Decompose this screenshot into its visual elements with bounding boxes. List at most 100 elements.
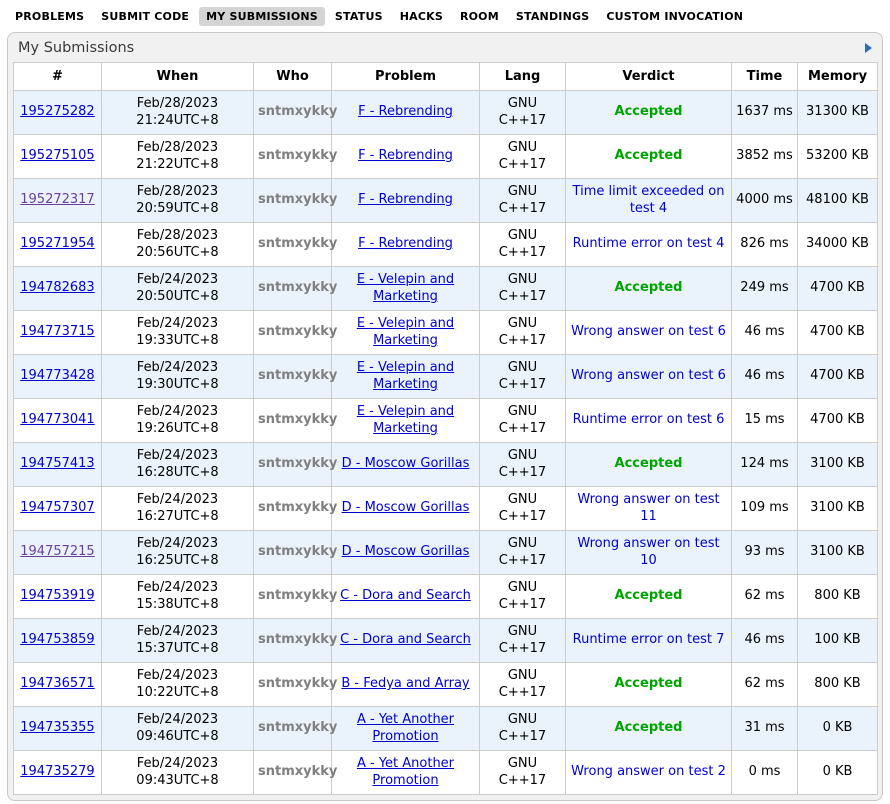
- submission-author-link[interactable]: sntmxykky: [258, 280, 337, 295]
- problem-link[interactable]: D - Moscow Gorillas: [342, 544, 470, 559]
- time-cell: 124 ms: [732, 443, 798, 487]
- verdict-text: Time limit exceeded on test 4: [573, 184, 725, 216]
- nav-item-room[interactable]: ROOM: [453, 7, 506, 26]
- when-cell: Feb/24/2023 16:27UTC+8: [102, 487, 254, 531]
- submission-time: 19:33UTC+8: [106, 333, 249, 350]
- submission-author-link[interactable]: sntmxykky: [258, 632, 337, 647]
- nav-item-status[interactable]: STATUS: [328, 7, 390, 26]
- memory-cell: 53200 KB: [798, 135, 878, 179]
- submission-time: 16:25UTC+8: [106, 553, 249, 570]
- who-cell: sntmxykky: [254, 663, 332, 707]
- memory-cell: 0 KB: [798, 707, 878, 751]
- submission-id-link[interactable]: 195271954: [20, 236, 94, 251]
- nav-item-standings[interactable]: STANDINGS: [509, 7, 596, 26]
- panel-title: My Submissions: [18, 40, 134, 56]
- lang-text: GNU C++17: [497, 492, 549, 526]
- submission-author-link[interactable]: sntmxykky: [258, 368, 337, 383]
- who-cell: sntmxykky: [254, 179, 332, 223]
- submission-author-link[interactable]: sntmxykky: [258, 412, 337, 427]
- problem-link[interactable]: B - Fedya and Array: [341, 676, 469, 691]
- memory-cell: 34000 KB: [798, 223, 878, 267]
- problem-link[interactable]: F - Rebrending: [358, 192, 453, 207]
- submission-id-link[interactable]: 194757307: [20, 500, 94, 515]
- problem-link[interactable]: E - Velepin and Marketing: [357, 404, 454, 436]
- nav-item-custom-invocation[interactable]: CUSTOM INVOCATION: [599, 7, 750, 26]
- memory-cell: 800 KB: [798, 575, 878, 619]
- submission-id-link[interactable]: 194736571: [20, 676, 94, 691]
- memory-cell: 4700 KB: [798, 311, 878, 355]
- problem-cell: D - Moscow Gorillas: [332, 531, 480, 575]
- problem-link[interactable]: D - Moscow Gorillas: [342, 456, 470, 471]
- problem-link[interactable]: E - Velepin and Marketing: [357, 316, 454, 348]
- lang-cell: GNU C++17: [480, 707, 566, 751]
- lang-cell: GNU C++17: [480, 267, 566, 311]
- submission-date: Feb/24/2023: [106, 448, 249, 465]
- submission-author-link[interactable]: sntmxykky: [258, 764, 337, 779]
- problem-cell: E - Velepin and Marketing: [332, 267, 480, 311]
- submission-date: Feb/24/2023: [106, 756, 249, 773]
- submission-id-link[interactable]: 194753919: [20, 588, 94, 603]
- when-cell: Feb/28/2023 20:59UTC+8: [102, 179, 254, 223]
- submission-author-link[interactable]: sntmxykky: [258, 192, 337, 207]
- submission-id-link[interactable]: 194753859: [20, 632, 94, 647]
- problem-link[interactable]: C - Dora and Search: [340, 632, 471, 647]
- problem-link[interactable]: F - Rebrending: [358, 236, 453, 251]
- submission-time: 21:24UTC+8: [106, 113, 249, 130]
- submission-author-link[interactable]: sntmxykky: [258, 236, 337, 251]
- submission-author-link[interactable]: sntmxykky: [258, 720, 337, 735]
- who-cell: sntmxykky: [254, 751, 332, 795]
- submission-id-link[interactable]: 194757413: [20, 456, 94, 471]
- submission-id-link[interactable]: 195275105: [20, 148, 94, 163]
- submission-id-link[interactable]: 194735355: [20, 720, 94, 735]
- problem-link[interactable]: D - Moscow Gorillas: [342, 500, 470, 515]
- submission-date: Feb/24/2023: [106, 404, 249, 421]
- problem-link[interactable]: C - Dora and Search: [340, 588, 471, 603]
- problem-link[interactable]: F - Rebrending: [358, 148, 453, 163]
- problem-link[interactable]: E - Velepin and Marketing: [357, 272, 454, 304]
- lang-text: GNU C++17: [497, 404, 549, 438]
- memory-cell: 31300 KB: [798, 91, 878, 135]
- submission-author-link[interactable]: sntmxykky: [258, 500, 337, 515]
- submission-author-link[interactable]: sntmxykky: [258, 324, 337, 339]
- nav-item-my-submissions[interactable]: MY SUBMISSIONS: [199, 7, 325, 26]
- lang-text: GNU C++17: [497, 668, 549, 702]
- triangle-right-icon[interactable]: [865, 43, 872, 53]
- lang-text: GNU C++17: [497, 272, 549, 306]
- problem-cell: F - Rebrending: [332, 135, 480, 179]
- submission-author-link[interactable]: sntmxykky: [258, 456, 337, 471]
- problem-link[interactable]: E - Velepin and Marketing: [357, 360, 454, 392]
- nav-item-submit-code[interactable]: SUBMIT CODE: [94, 7, 196, 26]
- who-cell: sntmxykky: [254, 135, 332, 179]
- id-cell: 195271954: [14, 223, 102, 267]
- lang-cell: GNU C++17: [480, 91, 566, 135]
- submission-author-link[interactable]: sntmxykky: [258, 544, 337, 559]
- nav-item-hacks[interactable]: HACKS: [393, 7, 450, 26]
- submission-author-link[interactable]: sntmxykky: [258, 588, 337, 603]
- submission-id-link[interactable]: 195275282: [20, 104, 94, 119]
- submission-time: 09:46UTC+8: [106, 729, 249, 746]
- submission-date: Feb/24/2023: [106, 272, 249, 289]
- submission-date: Feb/28/2023: [106, 228, 249, 245]
- submission-time: 21:22UTC+8: [106, 157, 249, 174]
- submission-id-link[interactable]: 194757215: [20, 544, 94, 559]
- submission-id-link[interactable]: 194782683: [20, 280, 94, 295]
- who-cell: sntmxykky: [254, 707, 332, 751]
- submission-author-link[interactable]: sntmxykky: [258, 148, 337, 163]
- submission-id-link[interactable]: 194735279: [20, 764, 94, 779]
- id-cell: 194757413: [14, 443, 102, 487]
- problem-link[interactable]: F - Rebrending: [358, 104, 453, 119]
- submission-id-link[interactable]: 194773041: [20, 412, 94, 427]
- problem-cell: A - Yet Another Promotion: [332, 707, 480, 751]
- nav-item-problems[interactable]: PROBLEMS: [8, 7, 91, 26]
- submission-time: 19:26UTC+8: [106, 421, 249, 438]
- lang-text: GNU C++17: [497, 228, 549, 262]
- submission-author-link[interactable]: sntmxykky: [258, 104, 337, 119]
- problem-link[interactable]: A - Yet Another Promotion: [357, 756, 454, 788]
- problem-link[interactable]: A - Yet Another Promotion: [357, 712, 454, 744]
- submission-id-link[interactable]: 194773428: [20, 368, 94, 383]
- submission-id-link[interactable]: 194773715: [20, 324, 94, 339]
- submission-date: Feb/28/2023: [106, 96, 249, 113]
- submission-author-link[interactable]: sntmxykky: [258, 676, 337, 691]
- verdict-text: Accepted: [615, 148, 683, 163]
- submission-id-link[interactable]: 195272317: [20, 192, 94, 207]
